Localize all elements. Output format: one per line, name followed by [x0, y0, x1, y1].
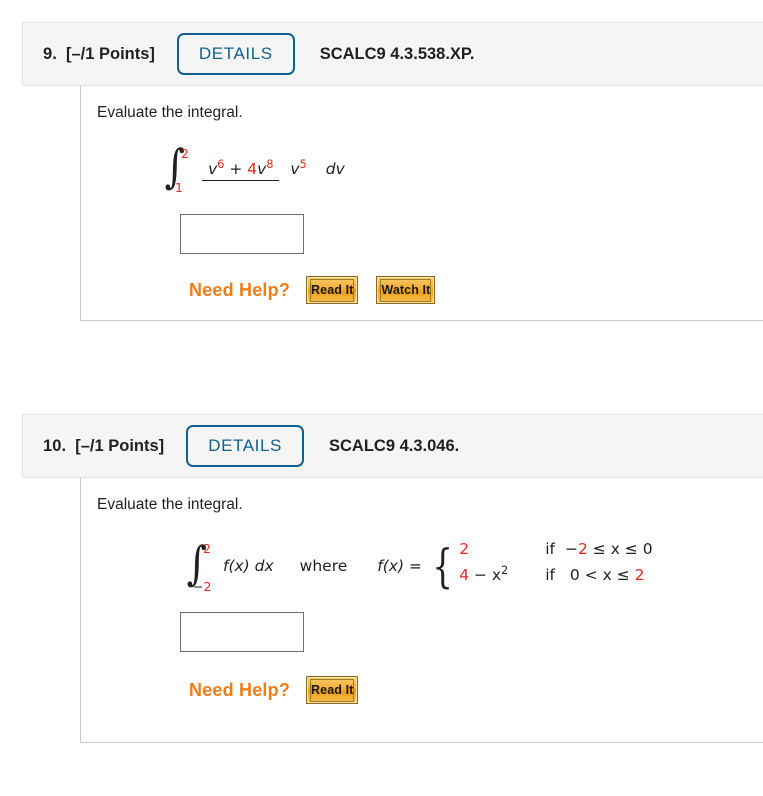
case-1-mid: ≤ x ≤	[592, 540, 638, 558]
piecewise-case-2: 4 − x2 if 0 < x ≤ 2	[459, 563, 652, 592]
case-1-value: 2	[459, 540, 470, 558]
question-9-header: 9. [–/1 Points] DETAILS SCALC9 4.3.538.X…	[22, 22, 763, 86]
integral-lower-limit-9: 1	[175, 180, 183, 195]
details-button-9[interactable]: DETAILS	[176, 33, 295, 75]
watch-it-label-9: Watch It	[380, 279, 432, 302]
case-1-lead-sign: −	[564, 540, 578, 558]
integral-symbol-9: ∫ 2 1	[164, 139, 189, 195]
question-9-body: Evaluate the integral. ∫ 2 1 v6 + 4v8 v5…	[80, 86, 763, 321]
question-9-code: SCALC9 4.3.538.XP.	[319, 44, 475, 63]
question-10-code: SCALC9 4.3.046.	[328, 436, 460, 455]
answer-input-9[interactable]	[180, 214, 304, 254]
read-it-label-9: Read It	[310, 279, 355, 302]
need-help-label-9: Need Help?	[189, 279, 291, 300]
lower-limit-sign-10: −	[193, 579, 204, 594]
num-plus: +	[229, 160, 243, 178]
read-it-button-10[interactable]: Read It	[306, 676, 359, 704]
den-base: v	[290, 160, 300, 178]
fraction-denominator-9: v5	[284, 158, 312, 178]
fraction-numerator-9: v6 + 4v8	[202, 157, 280, 181]
integrand-fraction-9: v6 + 4v8 v5	[202, 157, 313, 181]
answer-input-10[interactable]	[180, 612, 304, 652]
need-help-row-9: Need Help? Read It Watch It	[189, 276, 763, 304]
question-10-points: [–/1 Points]	[75, 436, 165, 455]
question-10-number: 10.	[43, 436, 67, 455]
case-2-condition: if 0 < x ≤ 2	[545, 566, 644, 584]
assignment-page: 9. [–/1 Points] DETAILS SCALC9 4.3.538.X…	[0, 0, 763, 796]
den-exp: 5	[299, 157, 307, 171]
question-block-10: 10. [–/1 Points] DETAILS SCALC9 4.3.046.…	[22, 414, 763, 743]
case-2-tail-num: 2	[634, 566, 645, 584]
num-exp-1: 6	[217, 157, 225, 171]
piecewise-case-1: 2 if −2 ≤ x ≤ 0	[459, 540, 652, 566]
question-10-header: 10. [–/1 Points] DETAILS SCALC9 4.3.046.	[22, 414, 763, 478]
read-it-button-9[interactable]: Read It	[306, 276, 359, 304]
integrand-10: f(x) dx	[223, 557, 274, 575]
integral-symbol-10: ∫ 2 −2	[186, 536, 212, 594]
question-9-prompt: Evaluate the integral.	[97, 104, 243, 121]
case-2-lead-num: 0	[569, 566, 580, 584]
question-9-points: [–/1 Points]	[65, 44, 155, 63]
question-10-integral: ∫ 2 −2 f(x) dx where f(x) = { 2 if −2 ≤ …	[186, 536, 653, 594]
case-2-if: if	[545, 566, 555, 584]
details-button-10[interactable]: DETAILS	[186, 425, 304, 467]
question-block-9: 9. [–/1 Points] DETAILS SCALC9 4.3.538.X…	[22, 22, 763, 321]
num-base-1: v	[208, 160, 218, 178]
num-coef: 4	[247, 160, 258, 178]
integral-upper-limit-10: 2	[203, 541, 211, 556]
num-base-2: v	[257, 160, 267, 178]
question-9-number: 9.	[43, 44, 57, 63]
case-1-if: if	[545, 540, 555, 558]
read-it-label-10: Read It	[310, 679, 355, 702]
question-10-body: Evaluate the integral. ∫ 2 −2 f(x) dx wh…	[80, 478, 763, 743]
need-help-label-10: Need Help?	[189, 679, 291, 700]
need-help-row-10: Need Help? Read It	[189, 676, 763, 704]
watch-it-button-9[interactable]: Watch It	[376, 276, 436, 304]
differential-9: dv	[325, 160, 345, 178]
num-exp-2: 8	[266, 157, 274, 171]
case-2-mid: < x ≤	[584, 566, 630, 584]
piecewise-cases: 2 if −2 ≤ x ≤ 0 4 − x2 if 0 < x ≤ 2	[459, 540, 652, 592]
case-1-tail-num: 0	[642, 540, 653, 558]
lower-limit-num-10: 2	[203, 579, 212, 594]
where-text-10: where	[299, 557, 348, 575]
integral-upper-limit-9: 2	[181, 146, 189, 161]
integral-lower-limit-10: −2	[193, 579, 211, 594]
case-1-condition: if −2 ≤ x ≤ 0	[545, 540, 652, 558]
case-2-value: 4 − x2	[459, 563, 509, 584]
question-10-prompt: Evaluate the integral.	[97, 496, 243, 513]
case-1-lead-num: 2	[577, 540, 588, 558]
question-9-integral: ∫ 2 1 v6 + 4v8 v5 dv	[163, 140, 763, 202]
function-label-10: f(x) =	[377, 557, 422, 575]
